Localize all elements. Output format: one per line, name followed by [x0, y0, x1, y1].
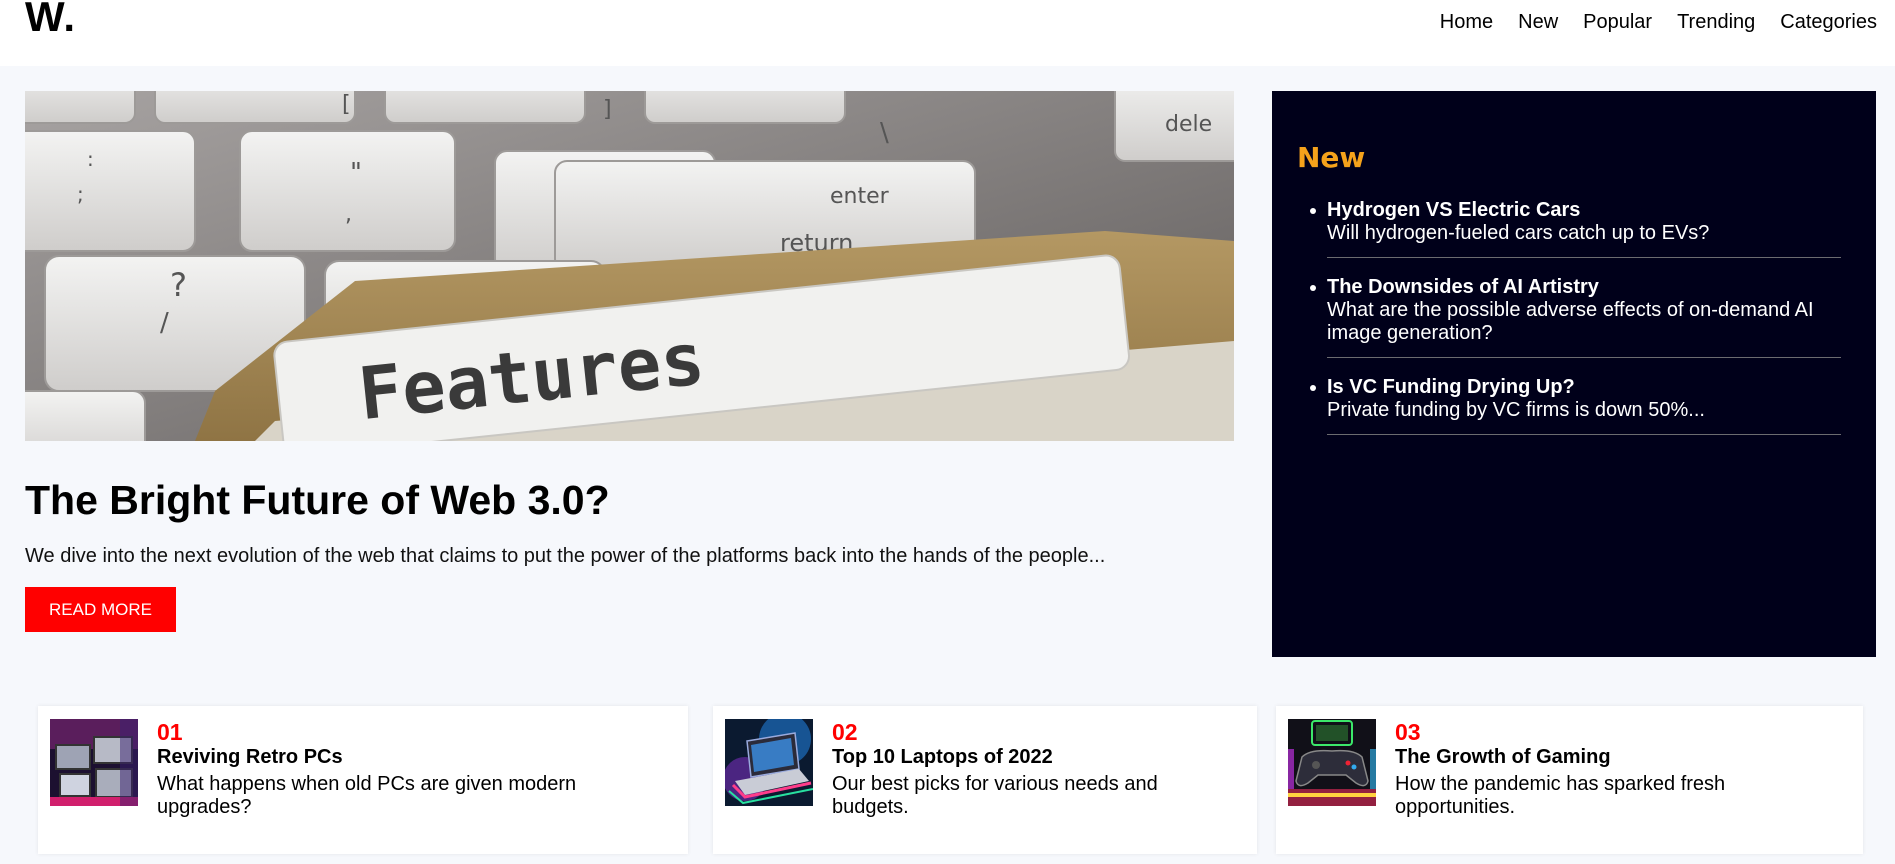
new-list-item[interactable]: Is VC Funding Drying Up? Private funding… [1310, 376, 1841, 435]
new-item-desc: What are the possible adverse effects of… [1327, 299, 1814, 344]
card-number: 01 [157, 719, 183, 745]
main-nav: Home New Popular Trending Categories [1440, 10, 1877, 34]
svg-text:enter: enter [830, 184, 890, 209]
new-list-item[interactable]: Hydrogen VS Electric Cars Will hydrogen-… [1310, 199, 1841, 258]
svg-text:,: , [345, 202, 352, 227]
nav-link-trending[interactable]: Trending [1677, 10, 1755, 34]
svg-text:]: ] [603, 97, 612, 122]
hero-title[interactable]: The Bright Future of Web 3.0? [25, 475, 610, 525]
new-item-desc: Will hydrogen-fueled cars catch up to EV… [1327, 222, 1710, 244]
site-header: W. Home New Popular Trending Categories [0, 0, 1895, 66]
card-description: What happens when old PCs are given mode… [157, 773, 577, 818]
article-card[interactable]: 03 The Growth of Gaming How the pandemic… [1276, 706, 1863, 854]
svg-text:[: [ [342, 92, 351, 117]
card-description: How the pandemic has sparked fresh oppor… [1395, 773, 1726, 818]
new-item-desc: Private funding by VC firms is down 50%.… [1327, 399, 1705, 421]
card-title[interactable]: Top 10 Laptops of 2022 [832, 745, 1237, 769]
card-title[interactable]: Reviving Retro PCs [157, 745, 668, 769]
hero-image: [ ] \ dele : ; " , enter return ? / Feat… [25, 91, 1234, 441]
nav-link-home[interactable]: Home [1440, 10, 1493, 34]
card-thumbnail-retro-pcs[interactable] [50, 719, 138, 806]
site-logo[interactable]: W. [25, 0, 76, 38]
svg-text:/: / [160, 308, 169, 338]
svg-text:dele: dele [1165, 112, 1212, 137]
svg-text::: : [87, 147, 94, 171]
new-panel: New Hydrogen VS Electric Cars Will hydro… [1272, 91, 1876, 657]
new-panel-heading: New [1297, 141, 1366, 174]
card-thumbnail-gaming[interactable] [1288, 719, 1376, 806]
card-number: 03 [1395, 719, 1421, 745]
new-item-title[interactable]: Hydrogen VS Electric Cars [1327, 199, 1841, 222]
new-item-title[interactable]: Is VC Funding Drying Up? [1327, 376, 1841, 399]
svg-text:\: \ [880, 118, 889, 148]
svg-text:": " [350, 158, 362, 188]
nav-link-popular[interactable]: Popular [1583, 10, 1652, 34]
hero-description: We dive into the next evolution of the w… [25, 545, 1106, 567]
article-card[interactable]: 01 Reviving Retro PCs What happens when … [38, 706, 688, 854]
article-card[interactable]: 02 Top 10 Laptops of 2022 Our best picks… [713, 706, 1257, 854]
svg-text:?: ? [170, 266, 187, 304]
nav-link-new[interactable]: New [1518, 10, 1558, 34]
nav-link-categories[interactable]: Categories [1780, 10, 1877, 34]
card-title[interactable]: The Growth of Gaming [1395, 745, 1843, 769]
new-item-title[interactable]: The Downsides of AI Artistry [1327, 276, 1841, 299]
read-more-button[interactable]: READ MORE [25, 587, 176, 632]
article-cards: 01 Reviving Retro PCs What happens when … [0, 706, 1895, 856]
card-description: Our best picks for various needs and bud… [832, 773, 1158, 818]
svg-text:;: ; [77, 182, 84, 206]
new-list: Hydrogen VS Electric Cars Will hydrogen-… [1310, 199, 1841, 453]
card-thumbnail-laptop[interactable] [725, 719, 813, 806]
new-list-item[interactable]: The Downsides of AI Artistry What are th… [1310, 276, 1841, 358]
card-number: 02 [832, 719, 858, 745]
